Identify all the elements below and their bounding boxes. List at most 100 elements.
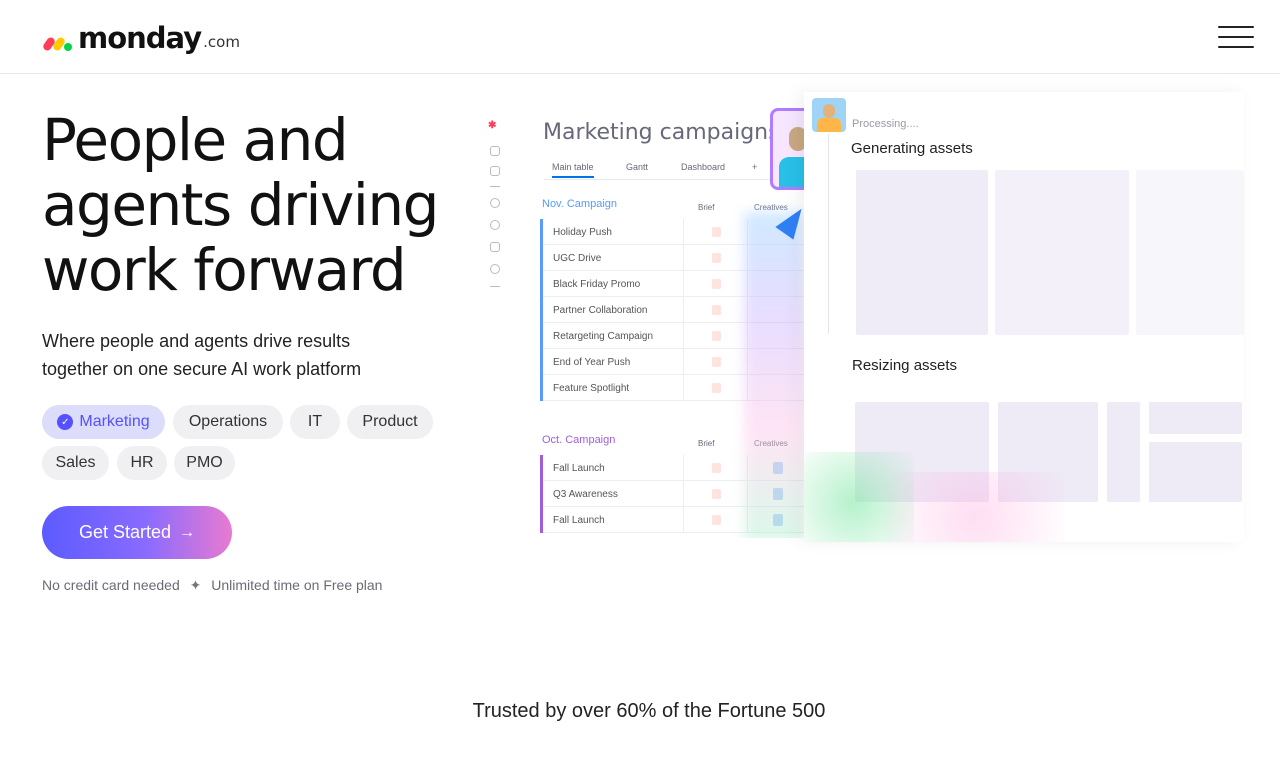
brief-cell[interactable] [683,455,747,481]
trusted-by-text: Trusted by over 60% of the Fortune 500 [472,700,826,722]
brief-cell[interactable] [683,375,747,401]
globe-icon [490,264,500,274]
chip-pmo[interactable]: PMO [174,446,235,480]
step-generating-assets: Generating assets [851,140,973,157]
hamburger-menu-icon[interactable] [1218,24,1256,50]
check-icon: ✓ [57,414,74,430]
tab-main-table[interactable]: Main table [552,162,594,178]
divider-icon [490,286,500,287]
logo-suffix: .com [203,33,240,51]
doc-icon [712,357,721,367]
chip-label: IT [307,413,323,430]
chip-hr[interactable]: HR [117,446,167,480]
hero-subtitle-line-2: together on one secure AI work platform [42,359,362,379]
item-name: Black Friday Promo [553,279,641,290]
hero-subtitle-line-1: Where people and agents drive results [42,331,351,351]
agent-panel: Processing.... Generating assets Resizin… [804,92,1244,542]
cta-label: Get Started [78,522,172,542]
item-name: Holiday Push [553,227,612,238]
monday-logo-icon [41,34,74,54]
group-title[interactable]: Oct. Campaign [542,434,615,446]
brief-cell[interactable] [683,507,747,533]
inbox-icon [490,166,500,176]
chip-label: Marketing [79,413,150,430]
column-header[interactable]: Creatives [754,203,788,212]
brief-cell[interactable] [683,481,747,507]
tab-dashboard[interactable]: Dashboard [681,162,725,172]
brief-cell[interactable] [683,271,747,297]
chip-label: Sales [55,454,96,471]
generated-asset-tile [856,170,988,335]
item-name: Q3 Awareness [553,489,618,500]
resized-asset-tile [1149,402,1242,434]
doc-icon [712,331,721,341]
board-preview: ✱ Marketing campaigns Main table Gantt D… [482,98,812,538]
item-name: Fall Launch [553,515,605,526]
chip-sales[interactable]: Sales [42,446,109,480]
add-tab-button[interactable]: + [752,162,757,172]
logo-text: monday [78,21,202,55]
monday-logo[interactable]: monday .com [41,20,240,55]
people-icon [490,242,500,252]
item-name: Retargeting Campaign [553,331,654,342]
group-title[interactable]: Nov. Campaign [542,198,617,210]
board-title: Marketing campaigns [543,120,780,145]
site-header: monday .com [0,0,1280,74]
board-tabs: Main table Gantt Dashboard + [544,160,804,180]
note-no-credit-card: No credit card needed [42,577,180,593]
doc-icon [712,253,721,263]
doc-icon [712,515,721,525]
doc-icon [712,279,721,289]
arrow-right-icon: → [179,523,196,541]
doc-icon [712,383,721,393]
divider-icon [490,186,500,187]
brief-cell[interactable] [683,349,747,375]
note-free-plan: Unlimited time on Free plan [211,577,383,593]
hero-subtitle: Where people and agents drive results to… [42,327,422,383]
column-header[interactable]: Brief [698,203,714,212]
chip-it[interactable]: IT [290,405,340,439]
chip-label: Operations [188,413,268,430]
hero-title-line-3: work forward [42,236,407,304]
brief-cell[interactable] [683,245,747,271]
home-icon [490,146,500,156]
resized-asset-tile [1107,402,1140,502]
tab-gantt[interactable]: Gantt [626,162,648,172]
brief-cell[interactable] [683,297,747,323]
brief-cell[interactable] [683,323,747,349]
mini-logo-icon: ✱ [488,120,497,131]
step-resizing-assets: Resizing assets [852,357,958,374]
agent-status: Processing.... [852,118,919,130]
generated-asset-tile [995,170,1129,335]
sparkle-icon: ✦ [189,577,202,593]
item-name: UGC Drive [553,253,602,264]
brief-cell[interactable] [683,219,747,245]
chip-operations[interactable]: Operations [173,405,283,439]
doc-icon [712,305,721,315]
hero-title-line-1: People and [42,106,349,174]
apps-icon [490,220,500,230]
item-name: End of Year Push [553,357,631,368]
agent-avatar [812,98,846,132]
signup-note: No credit card needed ✦ Unlimited time o… [42,577,382,594]
chip-label: PMO [186,454,223,471]
chip-marketing[interactable]: ✓ Marketing [42,405,165,439]
hero-title-line-2: agents driving [42,171,440,239]
resized-asset-tile [1149,442,1242,502]
doc-icon [712,489,721,499]
get-started-button[interactable]: Get Started → [42,506,232,559]
hero-title: People and agents driving work forward [42,108,472,303]
column-header[interactable]: Brief [698,439,714,448]
item-name: Feature Spotlight [553,383,630,394]
doc-icon [712,463,721,473]
favorites-icon [490,198,500,208]
agent-gradient-overlay [744,212,804,538]
chip-label: HR [130,454,154,471]
generated-asset-tile [1136,170,1244,335]
item-name: Partner Collaboration [553,305,648,316]
chip-label: Product [362,413,418,430]
chip-product[interactable]: Product [347,405,433,439]
board-side-rail: ✱ [482,98,510,538]
doc-icon [712,227,721,237]
item-name: Fall Launch [553,463,605,474]
